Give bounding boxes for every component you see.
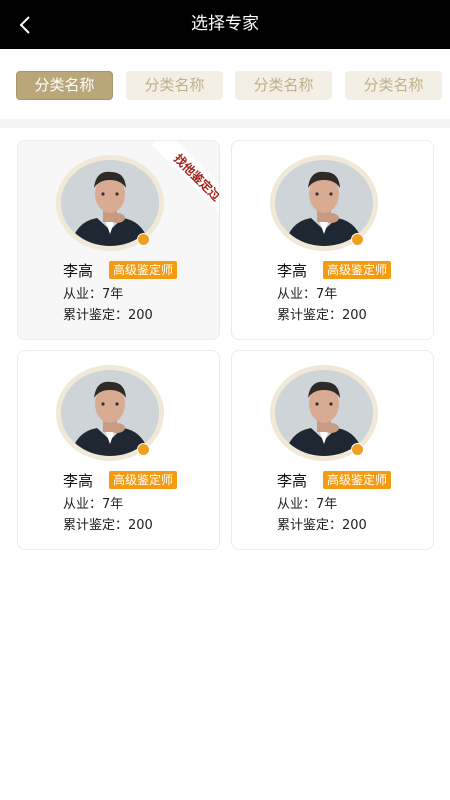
- ribbon-label: 找他鉴定过: [171, 151, 219, 204]
- appraisal-count-line: 累计鉴定：200: [63, 517, 153, 535]
- expert-title-tag: 高级鉴定师: [323, 471, 392, 489]
- experience-line: 从业：7年: [277, 496, 337, 514]
- appraisal-count-value: 200: [128, 518, 153, 533]
- tab-category-1[interactable]: 分类名称: [16, 71, 113, 100]
- experience-value: 7年: [316, 497, 338, 512]
- expert-card[interactable]: 李高 高级鉴定师 从业：7年 累计鉴定：200: [231, 140, 434, 340]
- verified-badge-icon: [351, 233, 364, 246]
- experience-line: 从业：7年: [277, 286, 337, 304]
- experience-value: 7年: [316, 287, 338, 302]
- experience-value: 7年: [102, 497, 124, 512]
- verified-badge-icon: [351, 443, 364, 456]
- expert-title-tag: 高级鉴定师: [109, 261, 178, 279]
- appraisal-count-label: 累计鉴定：: [277, 308, 343, 323]
- appraisal-count-line: 累计鉴定：200: [277, 517, 367, 535]
- appraisal-count-value: 200: [128, 308, 153, 323]
- expert-card[interactable]: 李高 高级鉴定师 从业：7年 累计鉴定：200: [17, 350, 220, 550]
- expert-card[interactable]: 李高 高级鉴定师 从业：7年 累计鉴定：200 找他鉴定过: [17, 140, 220, 340]
- verified-badge-icon: [137, 443, 150, 456]
- page-title: 选择专家: [191, 14, 259, 34]
- appraisal-count-label: 累计鉴定：: [63, 518, 129, 533]
- experience-label: 从业：: [63, 287, 103, 302]
- category-tabs: 分类名称 分类名称 分类名称 分类名称: [0, 49, 450, 119]
- appraisal-count-value: 200: [342, 518, 367, 533]
- appraisal-count-value: 200: [342, 308, 367, 323]
- tab-category-2[interactable]: 分类名称: [126, 71, 223, 100]
- expert-name: 李高: [277, 262, 308, 280]
- tab-category-3[interactable]: 分类名称: [235, 71, 332, 100]
- experience-line: 从业：7年: [63, 496, 123, 514]
- expert-name: 李高: [63, 472, 94, 490]
- experience-label: 从业：: [277, 497, 317, 512]
- corner-ribbon: 找他鉴定过: [139, 141, 219, 221]
- expert-name: 李高: [63, 262, 94, 280]
- expert-title-tag: 高级鉴定师: [323, 261, 392, 279]
- tab-category-4[interactable]: 分类名称: [345, 71, 442, 100]
- experience-label: 从业：: [63, 497, 103, 512]
- appraisal-count-line: 累计鉴定：200: [277, 307, 367, 325]
- experience-line: 从业：7年: [63, 286, 123, 304]
- appraisal-count-label: 累计鉴定：: [277, 518, 343, 533]
- divider: [0, 119, 450, 128]
- verified-badge-icon: [137, 233, 150, 246]
- appraisal-count-label: 累计鉴定：: [63, 308, 129, 323]
- expert-card[interactable]: 李高 高级鉴定师 从业：7年 累计鉴定：200: [231, 350, 434, 550]
- appraisal-count-line: 累计鉴定：200: [63, 307, 153, 325]
- top-bar: 选择专家: [0, 0, 450, 49]
- expert-title-tag: 高级鉴定师: [109, 471, 178, 489]
- experience-value: 7年: [102, 287, 124, 302]
- experience-label: 从业：: [277, 287, 317, 302]
- expert-name: 李高: [277, 472, 308, 490]
